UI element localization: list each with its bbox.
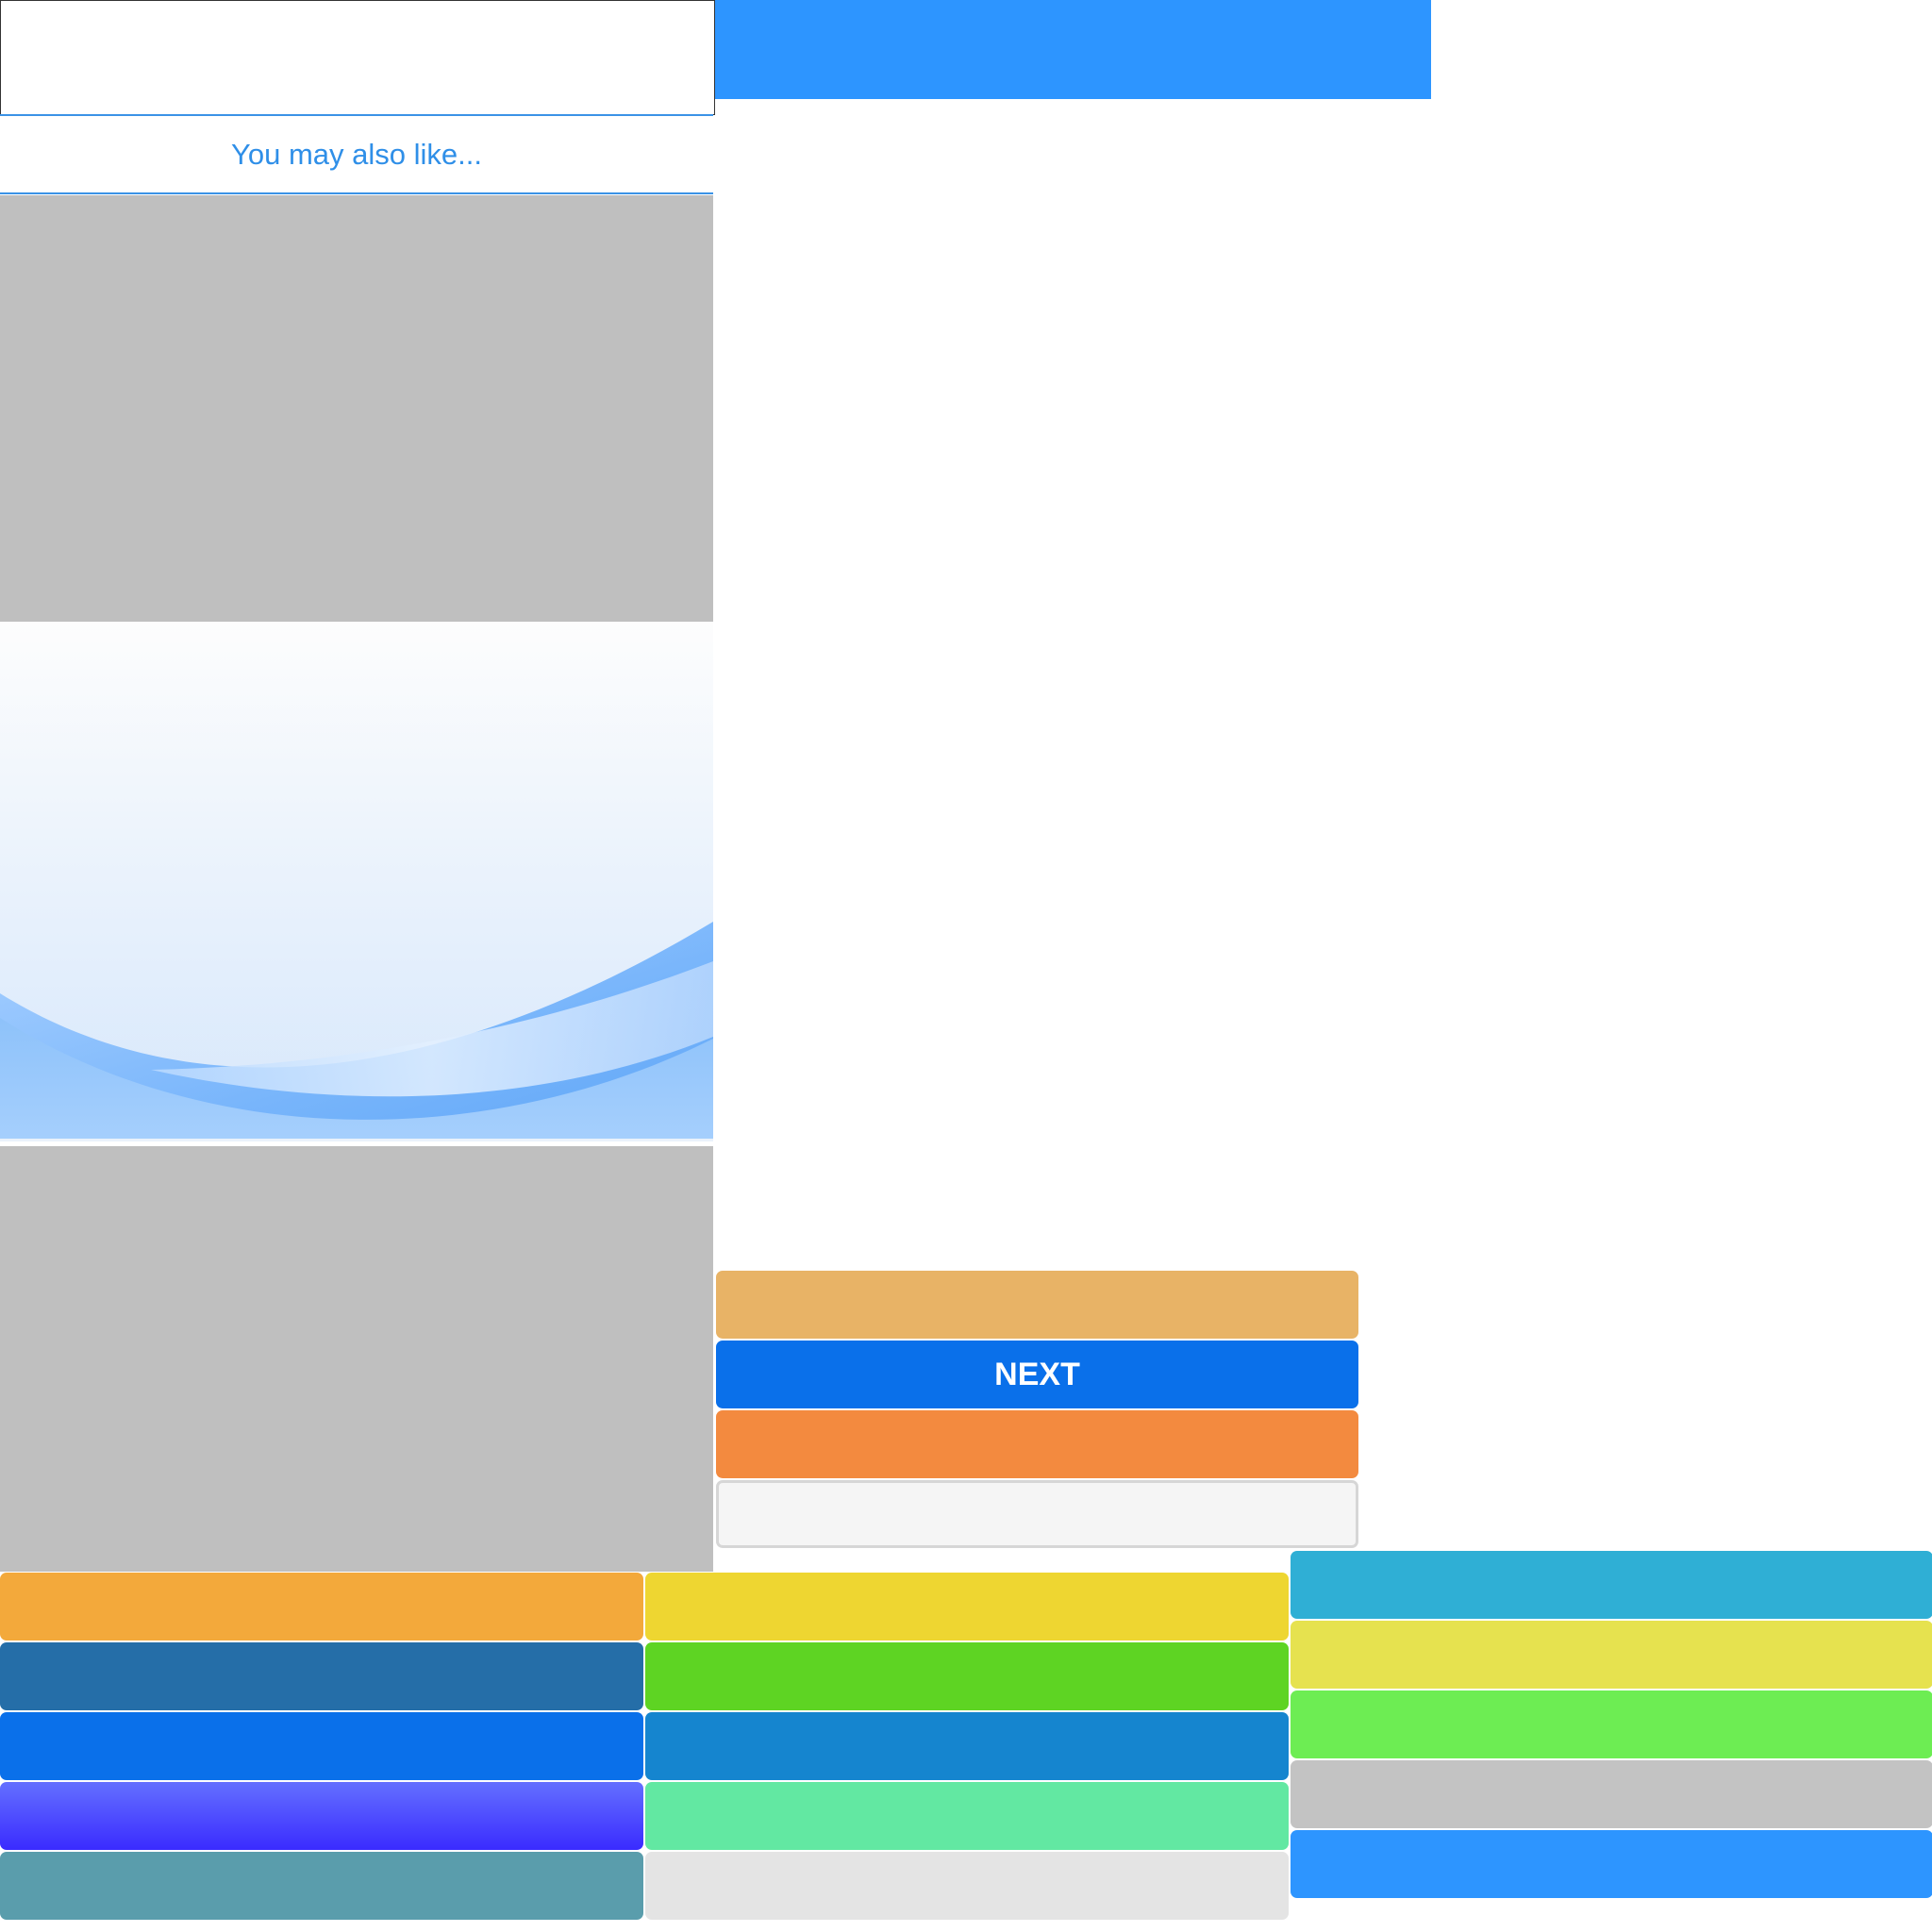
light-button[interactable] bbox=[716, 1480, 1358, 1548]
next-button[interactable]: NEXT bbox=[716, 1341, 1358, 1408]
sand-button[interactable] bbox=[716, 1271, 1358, 1339]
recommended-image-placeholder-2[interactable] bbox=[0, 1146, 713, 1572]
recommended-image-placeholder[interactable] bbox=[0, 195, 713, 622]
lime-button[interactable] bbox=[1291, 1690, 1932, 1758]
ocean-blue-button[interactable] bbox=[645, 1712, 1289, 1780]
wave-graphic bbox=[0, 622, 713, 1139]
recommendations-heading-text: You may also like... bbox=[231, 137, 482, 171]
green-button[interactable] bbox=[645, 1642, 1289, 1710]
blue-button[interactable] bbox=[0, 1712, 643, 1780]
violet-button[interactable] bbox=[0, 1782, 643, 1850]
orange-button[interactable] bbox=[716, 1410, 1358, 1478]
recommendations-heading: You may also like... bbox=[0, 114, 713, 194]
header-bar bbox=[715, 0, 1431, 99]
search-input[interactable] bbox=[0, 0, 715, 115]
cyan-button[interactable] bbox=[1291, 1551, 1932, 1619]
recommended-image-wave[interactable] bbox=[0, 622, 713, 1141]
orange-yellow-button[interactable] bbox=[0, 1573, 643, 1641]
silver-button[interactable] bbox=[1291, 1760, 1932, 1828]
lemon-button[interactable] bbox=[1291, 1621, 1932, 1689]
teal-gray-button[interactable] bbox=[0, 1852, 643, 1920]
mint-button[interactable] bbox=[645, 1782, 1289, 1850]
light-gray-button[interactable] bbox=[645, 1852, 1289, 1920]
steel-blue-button[interactable] bbox=[0, 1642, 643, 1710]
sky-blue-button[interactable] bbox=[1291, 1830, 1932, 1898]
yellow-button[interactable] bbox=[645, 1573, 1289, 1641]
